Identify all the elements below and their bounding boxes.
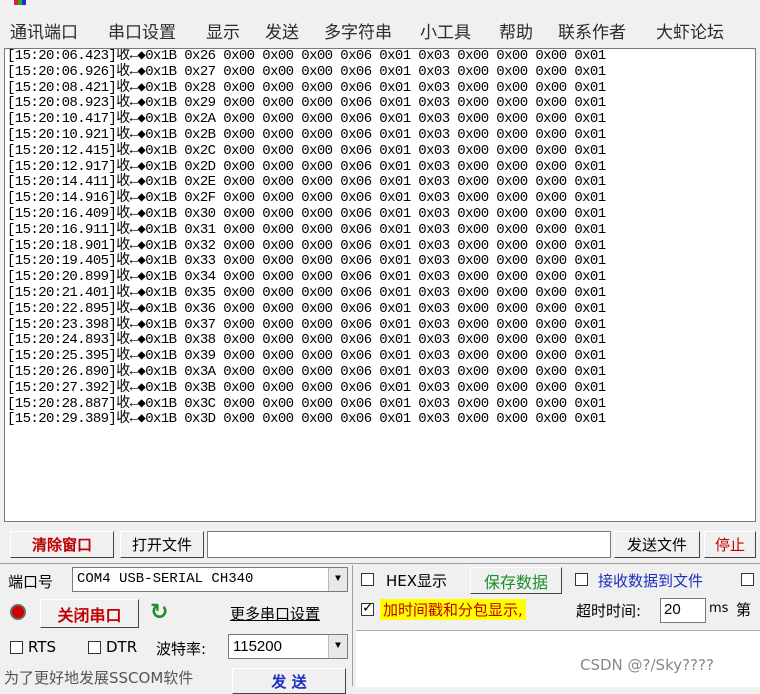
port-select[interactable]: COM4 USB-SERIAL CH340 ▼ <box>72 567 348 592</box>
log-line: [15:20:22.895]收←◆0x1B 0x36 0x00 0x00 0x0… <box>7 300 606 317</box>
log-line: [15:20:28.887]收←◆0x1B 0x3C 0x00 0x00 0x0… <box>7 395 606 412</box>
menu-contact[interactable]: 联系作者 <box>558 18 626 43</box>
log-line: [15:20:24.893]收←◆0x1B 0x38 0x00 0x00 0x0… <box>7 332 606 349</box>
file-path-input[interactable] <box>207 531 611 558</box>
nth-label: 第 <box>736 601 752 619</box>
open-file-button[interactable]: 打开文件 <box>120 531 204 558</box>
clear-window-button[interactable]: 清除窗口 <box>10 531 114 558</box>
timestamp-label: 加时间戳和分包显示, <box>380 599 526 620</box>
watermark: CSDN @?/Sky???? <box>580 656 714 674</box>
dtr-checkbox[interactable] <box>88 641 101 654</box>
panel-divider <box>352 565 353 686</box>
baud-rate-value: 115200 <box>233 638 282 655</box>
log-line: [15:20:25.395]收←◆0x1B 0x39 0x00 0x00 0x0… <box>7 348 606 365</box>
menu-display[interactable]: 显示 <box>206 18 240 43</box>
close-port-button[interactable]: 关闭串口 <box>40 599 139 628</box>
extra-checkbox[interactable] <box>741 573 754 586</box>
log-line: [15:20:20.899]收←◆0x1B 0x34 0x00 0x00 0x0… <box>7 269 606 286</box>
title-strip <box>0 0 760 8</box>
baud-rate-select[interactable]: 115200 ▼ <box>228 634 348 659</box>
port-select-value: COM4 USB-SERIAL CH340 <box>77 571 254 587</box>
log-line: [15:20:16.911]收←◆0x1B 0x31 0x00 0x00 0x0… <box>7 221 606 238</box>
log-line: [15:20:16.409]收←◆0x1B 0x30 0x00 0x00 0x0… <box>7 205 606 222</box>
receive-to-file-checkbox[interactable] <box>575 573 588 586</box>
timeout-unit: ms <box>709 601 729 616</box>
log-line: [15:20:18.901]收←◆0x1B 0x32 0x00 0x00 0x0… <box>7 237 606 254</box>
hex-display-label: HEX显示 <box>386 572 448 590</box>
log-line: [15:20:12.415]收←◆0x1B 0x2C 0x00 0x00 0x0… <box>7 142 606 159</box>
hex-display-checkbox[interactable] <box>361 573 374 586</box>
menu-help[interactable]: 帮助 <box>499 18 533 43</box>
send-file-button[interactable]: 发送文件 <box>614 531 700 558</box>
menu-forum[interactable]: 大虾论坛 <box>656 18 724 43</box>
rts-label: RTS <box>28 638 57 656</box>
send-button[interactable]: 发 送 <box>232 668 346 694</box>
refresh-icon[interactable]: ↻ <box>150 600 168 625</box>
menu-multi-string[interactable]: 多字符串 <box>324 18 392 43</box>
log-line: [15:20:21.401]收←◆0x1B 0x35 0x00 0x00 0x0… <box>7 284 606 301</box>
chevron-down-icon[interactable]: ▼ <box>328 635 347 658</box>
menu-tools[interactable]: 小工具 <box>420 18 471 43</box>
log-line: [15:20:29.389]收←◆0x1B 0x3D 0x00 0x00 0x0… <box>7 411 606 428</box>
app-logo-icon <box>14 0 26 5</box>
log-line: [15:20:10.417]收←◆0x1B 0x2A 0x00 0x00 0x0… <box>7 111 606 128</box>
more-port-settings-link[interactable]: 更多串口设置 <box>230 603 320 624</box>
log-line: [15:20:19.405]收←◆0x1B 0x33 0x00 0x00 0x0… <box>7 253 606 270</box>
log-line: [15:20:06.423]收←◆0x1B 0x26 0x00 0x00 0x0… <box>7 48 606 64</box>
divider <box>0 563 760 564</box>
menu-comm-port[interactable]: 通讯端口 <box>10 18 78 43</box>
menu-bar: 通讯端口 串口设置 显示 发送 多字符串 小工具 帮助 联系作者 大虾论坛 <box>0 8 760 48</box>
log-line: [15:20:10.921]收←◆0x1B 0x2B 0x00 0x00 0x0… <box>7 126 606 143</box>
log-line: [15:20:14.916]收←◆0x1B 0x2F 0x00 0x00 0x0… <box>7 190 606 207</box>
log-line: [15:20:14.411]收←◆0x1B 0x2E 0x00 0x00 0x0… <box>7 174 606 191</box>
port-status-indicator-icon <box>10 604 26 620</box>
log-line: [15:20:26.890]收←◆0x1B 0x3A 0x00 0x00 0x0… <box>7 363 606 380</box>
log-line: [15:20:27.392]收←◆0x1B 0x3B 0x00 0x00 0x0… <box>7 379 606 396</box>
timeout-input[interactable]: 20 <box>660 598 706 623</box>
stop-button[interactable]: 停止 <box>704 531 756 558</box>
port-label: 端口号 <box>8 573 54 591</box>
rts-checkbox[interactable] <box>10 641 23 654</box>
chevron-down-icon[interactable]: ▼ <box>328 568 347 591</box>
log-line: [15:20:12.917]收←◆0x1B 0x2D 0x00 0x00 0x0… <box>7 158 606 175</box>
log-line: [15:20:06.926]收←◆0x1B 0x27 0x00 0x00 0x0… <box>7 63 606 80</box>
baud-rate-label: 波特率: <box>156 640 207 658</box>
dtr-label: DTR <box>106 638 138 656</box>
promo-text: 为了更好地发展SSCOM软件 <box>4 669 194 687</box>
log-line: [15:20:23.398]收←◆0x1B 0x37 0x00 0x00 0x0… <box>7 316 606 333</box>
receive-to-file-label[interactable]: 接收数据到文件 <box>598 570 703 591</box>
save-data-button[interactable]: 保存数据 <box>470 567 562 594</box>
log-line: [15:20:08.923]收←◆0x1B 0x29 0x00 0x00 0x0… <box>7 95 606 112</box>
menu-send[interactable]: 发送 <box>265 18 299 43</box>
timeout-label: 超时时间: <box>576 602 642 620</box>
menu-port-settings[interactable]: 串口设置 <box>108 18 176 43</box>
timestamp-checkbox[interactable] <box>361 600 374 616</box>
receive-log[interactable]: [15:20:06.423]收←◆0x1B 0x26 0x00 0x00 0x0… <box>4 48 756 522</box>
